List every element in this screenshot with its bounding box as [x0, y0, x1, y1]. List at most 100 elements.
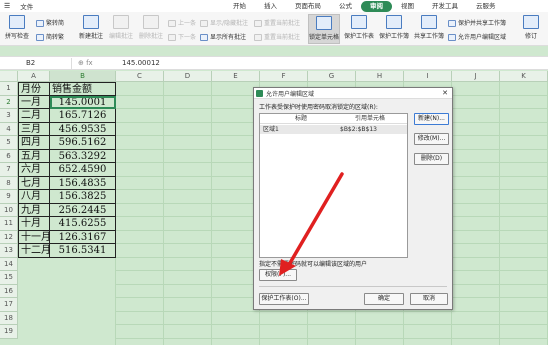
- range-ref: $B$2:$B$13: [340, 126, 377, 133]
- row-header[interactable]: 1: [0, 82, 18, 96]
- sales-cell[interactable]: 145.0001: [50, 95, 116, 109]
- prev-comment-button[interactable]: 上一条: [168, 18, 196, 27]
- range-row[interactable]: 区域1 $B$2:$B$13: [260, 125, 407, 134]
- next-comment-button[interactable]: 下一条: [168, 32, 196, 41]
- row-header[interactable]: 10: [0, 203, 18, 217]
- tab-2[interactable]: 页面布局: [286, 1, 330, 12]
- simp-to-trad-button[interactable]: 简转繁: [36, 32, 64, 41]
- row-header[interactable]: 7: [0, 163, 18, 177]
- row-header[interactable]: 5: [0, 136, 18, 150]
- tab-7[interactable]: 云服务: [467, 1, 505, 12]
- column-header[interactable]: J: [452, 71, 500, 82]
- row-header[interactable]: 8: [0, 176, 18, 190]
- header-cell-month[interactable]: 月份: [18, 82, 50, 96]
- delete-button[interactable]: 删除(D): [414, 153, 449, 165]
- row-header[interactable]: 14: [0, 257, 18, 271]
- sales-cell[interactable]: 563.3292: [50, 149, 116, 163]
- sales-cell[interactable]: 516.5341: [50, 244, 116, 258]
- row-header[interactable]: 15: [0, 271, 18, 285]
- ok-button[interactable]: 确定: [364, 293, 404, 305]
- fx-label[interactable]: ⊕ fx: [78, 58, 93, 69]
- month-cell[interactable]: 七月: [18, 176, 50, 190]
- permissions-button[interactable]: 权限(P)...: [259, 269, 297, 281]
- header-cell-sales[interactable]: 销售金额: [50, 82, 116, 96]
- tab-1[interactable]: 插入: [255, 1, 286, 12]
- sales-cell[interactable]: 415.6255: [50, 217, 116, 231]
- lock-cell-button[interactable]: 锁定单元格: [308, 14, 340, 44]
- protect-sheet-button[interactable]: 保护工作表: [343, 14, 375, 44]
- select-all-corner[interactable]: [0, 71, 18, 82]
- row-header[interactable]: 12: [0, 230, 18, 244]
- month-cell[interactable]: 十二月: [18, 244, 51, 258]
- row-header[interactable]: 17: [0, 298, 18, 312]
- protect-workbook-button[interactable]: 保护工作簿: [378, 14, 410, 44]
- month-cell[interactable]: 五月: [18, 149, 50, 163]
- column-header[interactable]: H: [356, 71, 404, 82]
- row-header[interactable]: 9: [0, 190, 18, 204]
- new-button[interactable]: 新建(N)...: [414, 113, 449, 125]
- row-header[interactable]: 18: [0, 311, 18, 325]
- row-header[interactable]: 16: [0, 284, 18, 298]
- name-box[interactable]: B2: [2, 58, 72, 69]
- edit-button[interactable]: 修改(M)...: [414, 133, 449, 145]
- column-header[interactable]: F: [260, 71, 308, 82]
- tab-5[interactable]: 视图: [392, 1, 423, 12]
- month-cell[interactable]: 一月: [18, 95, 50, 109]
- revisions-button[interactable]: 修订: [516, 14, 546, 44]
- month-cell[interactable]: 三月: [18, 122, 50, 136]
- row-header[interactable]: 4: [0, 122, 18, 136]
- column-header[interactable]: K: [500, 71, 548, 82]
- month-cell[interactable]: 四月: [18, 136, 50, 150]
- show-hide-comment-button[interactable]: 显示/隐藏批注: [200, 18, 248, 27]
- edit-comment-button[interactable]: 编辑批注: [106, 14, 136, 44]
- month-cell[interactable]: 六月: [18, 163, 50, 177]
- protect-and-share-button[interactable]: 保护并共享工作簿: [448, 18, 506, 27]
- cancel-button[interactable]: 取消: [410, 293, 448, 305]
- close-icon[interactable]: ✕: [442, 89, 448, 97]
- month-cell[interactable]: 八月: [18, 190, 50, 204]
- column-header[interactable]: C: [116, 71, 164, 82]
- column-header[interactable]: G: [308, 71, 356, 82]
- share-workbook-button[interactable]: 共享工作簿: [413, 14, 445, 44]
- formula-input[interactable]: 145.00012: [122, 58, 160, 69]
- row-header[interactable]: 13: [0, 244, 18, 258]
- row-header[interactable]: 11: [0, 217, 18, 231]
- protect-sheet-dialog-button[interactable]: 保护工作表(O)...: [259, 293, 309, 305]
- month-cell[interactable]: 十一月: [18, 230, 51, 244]
- row-header[interactable]: 2: [0, 95, 18, 109]
- column-header[interactable]: B: [50, 71, 116, 82]
- month-cell[interactable]: 十月: [18, 217, 50, 231]
- trad-to-simp-button[interactable]: 繁转简: [36, 18, 64, 27]
- row-header[interactable]: 19: [0, 325, 18, 339]
- column-header[interactable]: D: [164, 71, 212, 82]
- sales-cell[interactable]: 596.5162: [50, 136, 116, 150]
- column-header[interactable]: I: [404, 71, 452, 82]
- month-cell[interactable]: 二月: [18, 109, 50, 123]
- sales-cell[interactable]: 126.3167: [50, 230, 116, 244]
- row-header[interactable]: 6: [0, 149, 18, 163]
- column-header[interactable]: A: [18, 71, 50, 82]
- sales-cell[interactable]: 652.4590: [50, 163, 116, 177]
- column-header[interactable]: E: [212, 71, 260, 82]
- reset-comment-button-2[interactable]: 重置当前批注: [254, 32, 300, 41]
- allow-edit-ranges-button[interactable]: 允许用户编辑区域: [448, 32, 506, 41]
- tab-6[interactable]: 开发工具: [423, 1, 467, 12]
- hamburger-icon[interactable]: ☰: [4, 2, 10, 10]
- row-header[interactable]: 3: [0, 109, 18, 123]
- new-comment-button[interactable]: 新建批注: [76, 14, 106, 44]
- month-cell[interactable]: 九月: [18, 203, 50, 217]
- sales-cell[interactable]: 156.3825: [50, 190, 116, 204]
- sales-cell[interactable]: 256.2445: [50, 203, 116, 217]
- tab-4[interactable]: 审阅: [361, 0, 392, 12]
- sales-cell[interactable]: 165.7126: [50, 109, 116, 123]
- ranges-listbox[interactable]: 标题 引用单元格 区域1 $B$2:$B$13: [259, 113, 408, 258]
- tab-3[interactable]: 公式: [330, 1, 361, 12]
- delete-comment-button[interactable]: 删除批注: [136, 14, 166, 44]
- show-all-comments-button[interactable]: 显示所有批注: [200, 32, 246, 41]
- reset-comment-button-1[interactable]: 重置当前批注: [254, 18, 300, 27]
- tab-0[interactable]: 开始: [224, 1, 255, 12]
- sales-cell[interactable]: 456.9535: [50, 122, 116, 136]
- spell-check-button[interactable]: 拼写检查: [2, 14, 32, 44]
- file-menu[interactable]: 文件: [20, 1, 33, 11]
- sales-cell[interactable]: 156.4835: [50, 176, 116, 190]
